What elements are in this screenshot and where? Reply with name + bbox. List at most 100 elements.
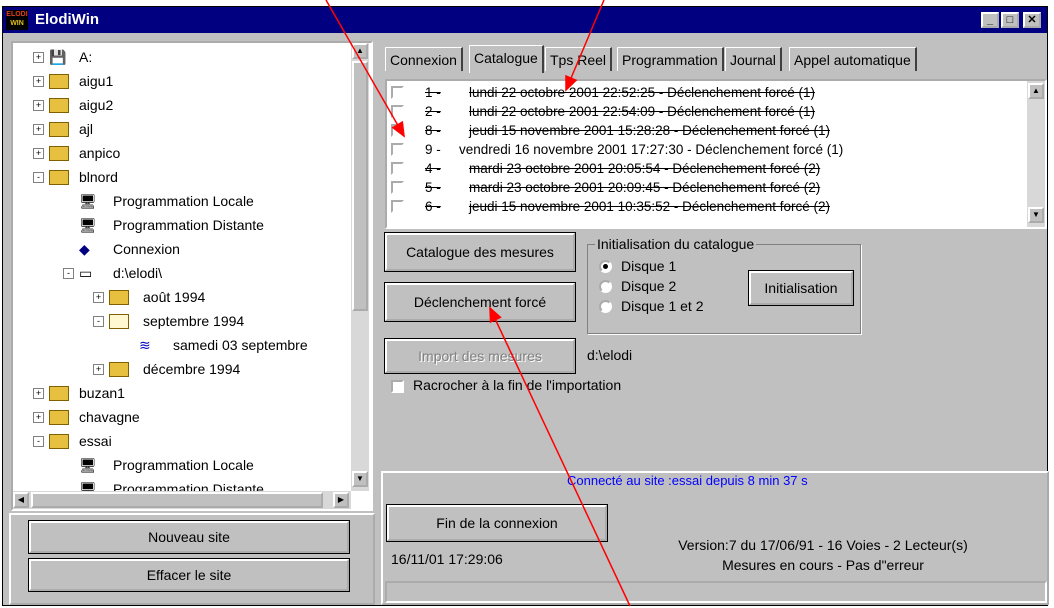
row-checkbox[interactable]: [391, 124, 404, 137]
row-checkbox[interactable]: [391, 143, 404, 156]
tab-appel-automatique[interactable]: Appel automatique: [789, 47, 917, 71]
catalogue-row[interactable]: 5 - mardi 23 octobre 2001 20:09:45 - Décl…: [391, 178, 1021, 197]
collapse-icon[interactable]: -: [33, 172, 44, 183]
row-checkbox[interactable]: [391, 105, 404, 118]
radio-label: Disque 1: [621, 258, 677, 274]
maximize-button[interactable]: □: [1001, 12, 1019, 28]
tree-item[interactable]: + ajl: [13, 117, 353, 141]
collapse-icon[interactable]: -: [33, 436, 44, 447]
elodi-file-icon: ≋: [139, 337, 151, 353]
disk-radio-option[interactable]: Disque 1: [599, 257, 739, 277]
close-button[interactable]: ✕: [1023, 12, 1041, 28]
rehook-checkbox[interactable]: [391, 380, 404, 393]
expand-icon[interactable]: +: [33, 412, 44, 423]
minimize-button[interactable]: _: [981, 12, 999, 28]
tree-item[interactable]: + buzan1: [13, 381, 353, 405]
tree-item[interactable]: ◆ Connexion: [13, 237, 353, 261]
catalogue-list[interactable]: 1 - lundi 22 octobre 2001 22:52:25 - Décl…: [385, 79, 1047, 229]
row-text: vendredi 16 novembre 2001 17:27:30 - Déc…: [459, 142, 844, 157]
row-text: lundi 22 octobre 2001 22:52:25 - Déclenc…: [469, 85, 815, 100]
tree-item[interactable]: + aigu2: [13, 93, 353, 117]
tree-item[interactable]: - essai: [13, 429, 353, 453]
row-checkbox[interactable]: [391, 200, 404, 213]
tab-tps-reel[interactable]: Tps Reel: [545, 47, 613, 71]
row-checkbox[interactable]: [391, 86, 404, 99]
tree-item[interactable]: - septembre 1994: [13, 309, 353, 333]
expand-icon[interactable]: +: [33, 124, 44, 135]
scroll-right-icon[interactable]: ▶: [333, 492, 349, 508]
tree-vertical-scrollbar[interactable]: ▲ ▼: [351, 43, 369, 491]
site-icon: [49, 98, 69, 113]
site-icon: [49, 170, 69, 185]
import-mesures-button[interactable]: Import des mesures: [384, 338, 576, 374]
scrollbar-thumb[interactable]: [352, 61, 368, 311]
row-number: 8 -: [425, 123, 441, 138]
catalogue-row[interactable]: 8 - jeudi 15 novembre 2001 15:28:28 - Déc…: [391, 121, 1021, 140]
list-scroll-up-icon[interactable]: ▲: [1028, 83, 1044, 99]
expand-icon[interactable]: +: [33, 52, 44, 63]
initialisation-button[interactable]: Initialisation: [748, 270, 854, 306]
list-scroll-down-icon[interactable]: ▼: [1028, 207, 1044, 223]
scroll-left-icon[interactable]: ◀: [13, 492, 29, 508]
new-site-button[interactable]: Nouveau site: [28, 520, 350, 554]
tree-item[interactable]: - blnord: [13, 165, 353, 189]
tree-item-label: août 1994: [143, 289, 206, 305]
declenchement-force-button[interactable]: Déclenchement forcé: [384, 282, 576, 322]
catalogue-row[interactable]: 2 - lundi 22 octobre 2001 22:54:09 - Décl…: [391, 102, 1021, 121]
app-logo-top-text: ELODI: [6, 11, 28, 18]
radio-label: Disque 2: [621, 278, 677, 294]
scroll-up-icon[interactable]: ▲: [352, 43, 368, 59]
tree-item[interactable]: + anpico: [13, 141, 353, 165]
expand-icon[interactable]: +: [93, 292, 104, 303]
radio-button[interactable]: [599, 300, 612, 313]
tree-item[interactable]: - ▭ d:\elodi\: [13, 261, 353, 285]
site-icon: [49, 386, 69, 401]
list-vertical-scrollbar[interactable]: ▲ ▼: [1027, 81, 1045, 227]
row-checkbox[interactable]: [391, 162, 404, 175]
expand-icon[interactable]: +: [33, 148, 44, 159]
tab-connexion[interactable]: Connexion: [385, 47, 463, 71]
catalogue-row[interactable]: 6 - jeudi 15 novembre 2001 10:35:52 - Déc…: [391, 197, 1021, 216]
scroll-down-icon[interactable]: ▼: [352, 471, 368, 487]
radio-button[interactable]: [599, 260, 612, 273]
tree-horizontal-scrollbar[interactable]: ◀ ▶: [13, 491, 351, 509]
collapse-icon[interactable]: -: [93, 316, 104, 327]
collapse-icon[interactable]: -: [63, 268, 74, 279]
expand-icon[interactable]: +: [33, 388, 44, 399]
radio-button[interactable]: [599, 280, 612, 293]
minimize-icon: _: [986, 14, 994, 26]
expand-icon[interactable]: +: [33, 76, 44, 87]
tab-programmation[interactable]: Programmation: [617, 47, 724, 71]
tree-item[interactable]: 🖥 Programmation Locale: [13, 453, 353, 477]
tree-item[interactable]: 🖥 Programmation Distante: [13, 213, 353, 237]
tree-item-label: aigu1: [79, 73, 114, 89]
catalogue-mesures-button[interactable]: Catalogue des mesures: [384, 232, 576, 272]
rehook-checkbox-row[interactable]: Racrocher à la fin de l'importation: [389, 377, 689, 397]
tree-item[interactable]: 🖥 Programmation Locale: [13, 189, 353, 213]
tree-item[interactable]: + chavagne: [13, 405, 353, 429]
catalogue-row[interactable]: 4 - mardi 23 octobre 2001 20:05:54 - Décl…: [391, 159, 1021, 178]
tree-item-label: décembre 1994: [143, 361, 241, 377]
tree-item[interactable]: + 💾 A:: [13, 45, 353, 69]
tree-item[interactable]: + aigu1: [13, 69, 353, 93]
rehook-checkbox-label: Racrocher à la fin de l'importation: [413, 377, 622, 393]
disk-radio-option[interactable]: Disque 2: [599, 277, 739, 297]
hscrollbar-thumb[interactable]: [31, 492, 323, 508]
catalogue-row[interactable]: 9 - vendredi 16 novembre 2001 17:27:30 - …: [391, 140, 1021, 159]
delete-site-button[interactable]: Effacer le site: [28, 558, 350, 592]
expand-icon[interactable]: +: [93, 364, 104, 375]
title-bar[interactable]: ELODI WIN ElodiWin _ □ ✕: [3, 7, 1047, 33]
tab-catalogue[interactable]: Catalogue: [469, 45, 544, 73]
site-tree[interactable]: + 💾 A: + aigu1 + aigu2 + ajl + anpico - blnord 🖥 Progr…: [11, 41, 373, 511]
disk-radio-option[interactable]: Disque 1 et 2: [599, 297, 739, 317]
expand-icon[interactable]: +: [33, 100, 44, 111]
tree-item-label: Programmation Locale: [113, 457, 254, 473]
end-connection-button[interactable]: Fin de la connexion: [386, 504, 608, 542]
row-checkbox[interactable]: [391, 181, 404, 194]
tree-item[interactable]: + août 1994: [13, 285, 353, 309]
tree-item[interactable]: ≋ samedi 03 septembre: [13, 333, 353, 357]
row-text: jeudi 15 novembre 2001 10:35:52 - Déclen…: [469, 199, 830, 214]
tree-item[interactable]: + décembre 1994: [13, 357, 353, 381]
catalogue-row[interactable]: 1 - lundi 22 octobre 2001 22:52:25 - Décl…: [391, 83, 1021, 102]
tab-journal[interactable]: Journal: [725, 47, 782, 71]
